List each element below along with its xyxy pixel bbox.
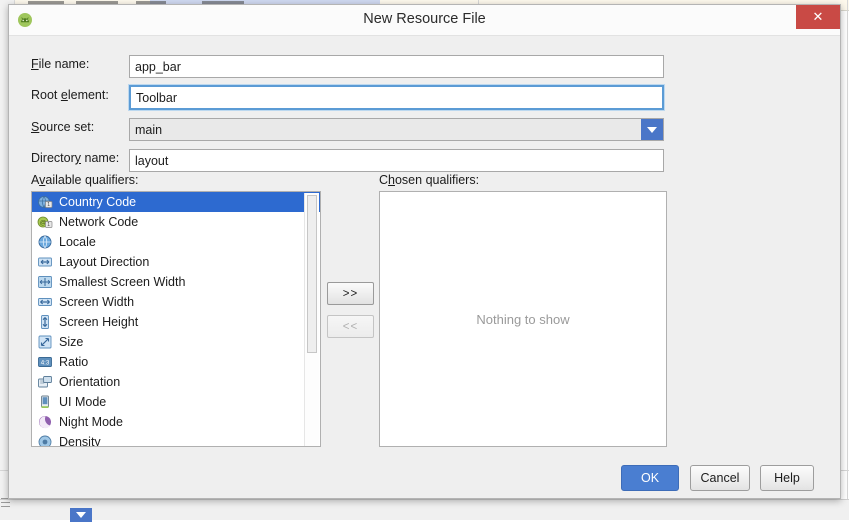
qualifier-label: Network Code [59,215,139,229]
svg-text:1: 1 [47,222,50,228]
label-source-set: Source set: [31,120,95,134]
field-row-root-element: Root element: [23,84,826,110]
qualifier-label: Ratio [59,355,89,369]
qualifier-label: Country Code [59,195,137,209]
orientation-icon [38,376,52,388]
source-set-value: main [135,122,163,137]
dialog-title: New Resource File [363,11,486,27]
available-qualifiers-label: Available qualifiers: [31,173,139,187]
qualifier-label: Orientation [59,375,121,389]
screen-width-icon [38,298,52,306]
cancel-button[interactable]: Cancel [690,465,750,491]
network-code-icon: @1 [37,216,53,228]
qualifier-list-item[interactable]: Smallest Screen Width [32,272,320,292]
help-button[interactable]: Help [760,465,814,491]
new-resource-file-dialog: New Resource File ✕ File name: Root elem… [8,4,841,499]
chevron-down-icon[interactable] [641,119,663,140]
close-icon[interactable]: ✕ [796,5,840,29]
qualifier-label: Screen Height [59,315,139,329]
qualifier-list-item[interactable]: Orientation [32,372,320,392]
qualifier-list-item[interactable]: UI Mode [32,392,320,412]
field-row-source-set: Source set: main [23,116,826,141]
smallest-width-icon [38,276,52,288]
qualifier-label: Smallest Screen Width [59,275,186,289]
qualifier-list-item[interactable]: @1 Network Code [32,212,320,232]
field-row-file-name: File name: [23,53,826,78]
qualifier-label: Night Mode [59,415,123,429]
size-icon [38,335,52,349]
file-name-input[interactable] [129,55,664,78]
globe-locale-icon [38,235,52,249]
background-scroll-marks [1,498,10,510]
available-qualifiers-scrollbar[interactable] [304,193,319,446]
qualifier-label: Layout Direction [59,255,150,269]
qualifier-list-item[interactable]: Size [32,332,320,352]
qualifier-list-item[interactable]: 1 Country Code [32,192,320,212]
qualifier-list-item[interactable]: Locale [32,232,320,252]
qualifier-list-item[interactable]: Layout Direction [32,252,320,272]
qualifier-label: Locale [59,235,96,249]
background-bottom-panel [0,499,849,520]
qualifier-label: Screen Width [59,295,135,309]
directory-name-input[interactable] [129,149,664,172]
qualifier-list-item[interactable]: Night Mode [32,412,320,432]
ok-button[interactable]: OK [621,465,679,491]
empty-state-text: Nothing to show [476,311,570,327]
chosen-qualifiers-list[interactable]: Nothing to show [379,191,667,447]
density-icon [38,435,52,446]
qualifier-list-item[interactable]: Screen Width [32,292,320,312]
remove-qualifier-button: << [327,315,374,338]
screen-height-icon [41,315,49,329]
qualifier-label: Density [59,435,101,447]
source-set-dropdown[interactable]: main [129,118,664,141]
qualifier-list-item[interactable]: Screen Height [32,312,320,332]
night-mode-icon [39,416,51,429]
add-qualifier-button[interactable]: >> [327,282,374,305]
qualifier-list-item[interactable]: 4:3 Ratio [32,352,320,372]
ui-mode-icon [41,395,49,408]
background-divider-2 [847,0,848,520]
available-qualifiers-list[interactable]: 1 Country Code @1 Network Code Locale Layout … [31,191,321,447]
dialog-titlebar: New Resource File ✕ [9,5,840,36]
label-directory-name: Directory name: [31,151,120,165]
field-row-directory-name: Directory name: [23,147,826,172]
qualifier-list-item[interactable]: Density [32,432,320,447]
root-element-input[interactable] [129,85,664,110]
scrollbar-thumb[interactable] [307,195,317,353]
ratio-icon: 4:3 [38,357,52,367]
label-root-element: Root element: [31,88,109,102]
label-file-name: File name: [31,57,90,71]
qualifier-label: Size [59,335,84,349]
globe-country-icon: 1 [38,196,53,208]
svg-text:4:3: 4:3 [41,360,50,367]
layout-direction-icon [38,257,52,267]
qualifier-label: UI Mode [59,395,107,409]
svg-text:1: 1 [47,202,50,208]
chosen-qualifiers-label: Chosen qualifiers: [379,173,480,187]
